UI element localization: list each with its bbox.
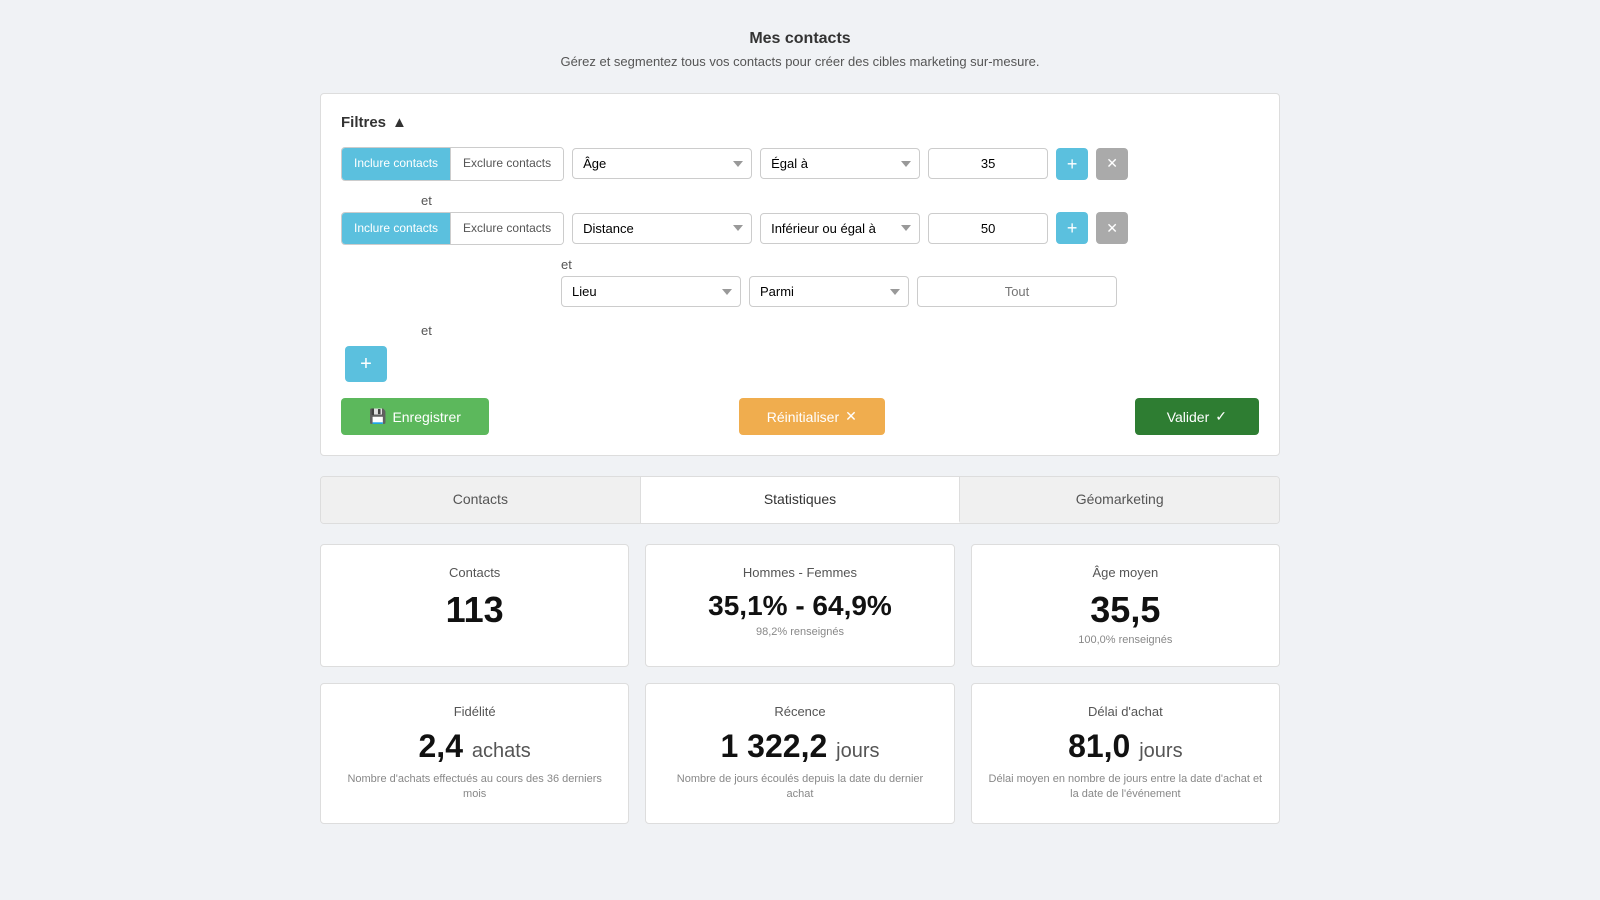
- stat-value-recence: 1 322,2 jours: [662, 729, 937, 764]
- stat-desc-fidelite: Nombre d'achats effectués au cours des 3…: [337, 772, 612, 803]
- stat-title-fidelite: Fidélité: [337, 704, 612, 719]
- stat-unit-fidelite: achats: [472, 740, 531, 762]
- stat-card-fidelite: Fidélité 2,4 achats Nombre d'achats effe…: [320, 683, 629, 824]
- stat-card-delai: Délai d'achat 81,0 jours Délai moyen en …: [971, 683, 1280, 824]
- include-btn-2[interactable]: Inclure contacts: [342, 213, 450, 245]
- filtres-label: Filtres: [341, 114, 386, 131]
- stat-number-recence: 1 322,2: [720, 728, 827, 764]
- validate-label: Valider: [1167, 409, 1210, 425]
- stat-card-recence: Récence 1 322,2 jours Nombre de jours éc…: [645, 683, 954, 824]
- exclude-btn-2[interactable]: Exclure contacts: [450, 213, 563, 245]
- tab-contacts[interactable]: Contacts: [321, 477, 641, 523]
- tab-geomarketing[interactable]: Géomarketing: [960, 477, 1279, 523]
- add-condition-btn-1[interactable]: +: [1056, 148, 1088, 180]
- stat-unit-recence: jours: [836, 740, 879, 762]
- operator-select-1[interactable]: Égal à Inférieur ou égal à Supérieur ou …: [760, 148, 920, 179]
- stat-value-contacts: 113: [337, 590, 612, 630]
- stat-value-fidelite: 2,4 achats: [337, 729, 612, 764]
- stat-title-delai: Délai d'achat: [988, 704, 1263, 719]
- stat-value-gender: 35,1% - 64,9%: [662, 590, 937, 622]
- stat-number-delai: 81,0: [1068, 728, 1130, 764]
- save-label: Enregistrer: [392, 409, 460, 425]
- save-button[interactable]: 💾 Enregistrer: [341, 398, 489, 435]
- actions-row: 💾 Enregistrer Réinitialiser ✕ Valider ✓: [341, 398, 1259, 435]
- filter-row-1: Inclure contacts Exclure contacts Âge Di…: [341, 147, 1259, 181]
- remove-btn-2[interactable]: ✕: [1096, 212, 1128, 244]
- include-btn-1[interactable]: Inclure contacts: [342, 148, 450, 180]
- stat-card-age: Âge moyen 35,5 100,0% renseignés: [971, 544, 1280, 667]
- stat-title-age: Âge moyen: [988, 565, 1263, 580]
- stat-title-gender: Hommes - Femmes: [662, 565, 937, 580]
- stat-unit-delai: jours: [1139, 740, 1182, 762]
- stat-title-contacts: Contacts: [337, 565, 612, 580]
- sub-field-select[interactable]: Lieu Distance Âge: [561, 276, 741, 307]
- filtres-header: Filtres ▲: [341, 114, 1259, 131]
- filter-row-2: Inclure contacts Exclure contacts Distan…: [341, 212, 1259, 246]
- et-label-2: et: [421, 319, 1259, 342]
- operator-select-2[interactable]: Inférieur ou égal à Égal à Supérieur ou …: [760, 213, 920, 244]
- et-label-1: et: [421, 189, 1259, 212]
- et-label-inner: et: [561, 253, 1259, 276]
- save-icon: 💾: [369, 408, 386, 425]
- remove-btn-1[interactable]: ✕: [1096, 148, 1128, 180]
- validate-icon: ✓: [1215, 408, 1227, 425]
- field-select-1[interactable]: Âge Distance Lieu: [572, 148, 752, 179]
- stat-sub-age: 100,0% renseignés: [988, 634, 1263, 646]
- validate-button[interactable]: Valider ✓: [1135, 398, 1259, 435]
- page-title: Mes contacts: [320, 30, 1280, 48]
- stat-number-fidelite: 2,4: [419, 728, 463, 764]
- reset-label: Réinitialiser: [767, 409, 839, 425]
- include-exclude-group-2: Inclure contacts Exclure contacts: [341, 212, 564, 246]
- value-input-1[interactable]: [928, 148, 1048, 179]
- tabs-row: Contacts Statistiques Géomarketing: [320, 476, 1280, 524]
- sub-operator-select[interactable]: Parmi Égal à Inférieur ou égal à: [749, 276, 909, 307]
- tab-statistiques[interactable]: Statistiques: [641, 477, 961, 523]
- sub-value-input[interactable]: [917, 276, 1117, 307]
- chevron-up-icon: ▲: [392, 114, 407, 131]
- field-select-2[interactable]: Distance Âge Lieu: [572, 213, 752, 244]
- stat-card-gender: Hommes - Femmes 35,1% - 64,9% 98,2% rens…: [645, 544, 954, 667]
- value-input-2[interactable]: [928, 213, 1048, 244]
- stat-card-contacts: Contacts 113: [320, 544, 629, 667]
- stat-desc-recence: Nombre de jours écoulés depuis la date d…: [662, 772, 937, 803]
- add-condition-btn-2[interactable]: +: [1056, 212, 1088, 244]
- stat-desc-delai: Délai moyen en nombre de jours entre la …: [988, 772, 1263, 803]
- filtres-section: Filtres ▲ Inclure contacts Exclure conta…: [320, 93, 1280, 456]
- reset-icon: ✕: [845, 408, 857, 425]
- exclude-btn-1[interactable]: Exclure contacts: [450, 148, 563, 180]
- stat-value-delai: 81,0 jours: [988, 729, 1263, 764]
- stat-value-age: 35,5: [988, 590, 1263, 630]
- stat-sub-gender: 98,2% renseignés: [662, 626, 937, 638]
- stat-title-recence: Récence: [662, 704, 937, 719]
- stats-row-2: Fidélité 2,4 achats Nombre d'achats effe…: [320, 683, 1280, 824]
- page-subtitle: Gérez et segmentez tous vos contacts pou…: [320, 54, 1280, 69]
- reset-button[interactable]: Réinitialiser ✕: [739, 398, 885, 435]
- stats-row-1: Contacts 113 Hommes - Femmes 35,1% - 64,…: [320, 544, 1280, 667]
- include-exclude-group-1: Inclure contacts Exclure contacts: [341, 147, 564, 181]
- sub-filter-row: Lieu Distance Âge Parmi Égal à Inférieur…: [561, 276, 1259, 307]
- add-filter-btn[interactable]: +: [345, 346, 387, 382]
